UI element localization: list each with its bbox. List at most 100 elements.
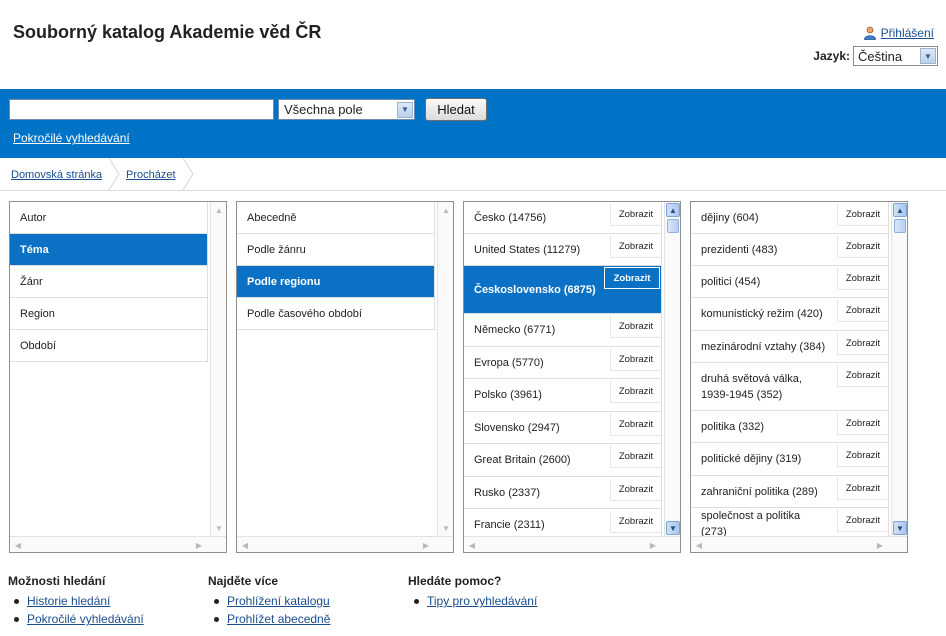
scroll-left-icon[interactable]: ◀ <box>465 538 479 552</box>
browse-item[interactable]: Autor <box>10 202 208 234</box>
search-input[interactable] <box>9 99 274 120</box>
show-button[interactable]: Zobrazit <box>610 236 661 258</box>
vertical-scrollbar[interactable]: ▲ ▼ <box>437 202 453 536</box>
browse-item[interactable]: Rusko (2337) Zobrazit <box>464 477 662 509</box>
chevron-down-icon[interactable]: ▼ <box>920 48 936 64</box>
scroll-right-icon[interactable]: ▶ <box>873 538 887 552</box>
breadcrumb-separator-icon <box>108 158 120 190</box>
scroll-up-icon[interactable]: ▲ <box>439 203 453 217</box>
browse-item[interactable]: United States (11279) Zobrazit <box>464 234 662 266</box>
browse-item[interactable]: Evropa (5770) Zobrazit <box>464 347 662 379</box>
browse-item-label: dějiny (604) <box>701 211 759 224</box>
browse-item[interactable]: Region <box>10 298 208 330</box>
language-switcher: Jazyk: Čeština ▼ <box>813 46 938 66</box>
scrollbar-thumb[interactable] <box>894 219 906 233</box>
show-button[interactable]: Zobrazit <box>610 381 661 403</box>
browse-item[interactable]: Great Britain (2600) Zobrazit <box>464 444 662 477</box>
show-button[interactable]: Zobrazit <box>610 349 661 371</box>
footer-heading: Najděte více <box>208 574 279 588</box>
show-button[interactable]: Zobrazit <box>837 445 888 467</box>
show-button[interactable]: Zobrazit <box>610 446 661 468</box>
chevron-down-icon[interactable]: ▼ <box>397 101 413 118</box>
scroll-down-icon[interactable]: ▼ <box>439 521 453 535</box>
browse-item[interactable]: prezidenti (483) Zobrazit <box>691 234 889 266</box>
scroll-right-icon[interactable]: ▶ <box>646 538 660 552</box>
browse-item-label: Žánr <box>20 275 43 288</box>
search-button[interactable]: Hledat <box>425 98 487 121</box>
browse-item[interactable]: politika (332) Zobrazit <box>691 411 889 443</box>
browse-item[interactable]: politici (454) Zobrazit <box>691 266 889 298</box>
scroll-up-icon[interactable]: ▲ <box>212 203 226 217</box>
show-button[interactable]: Zobrazit <box>837 478 888 500</box>
advanced-search-link[interactable]: Pokročilé vyhledávání <box>13 131 130 145</box>
show-button[interactable]: Zobrazit <box>837 333 888 355</box>
show-button[interactable]: Zobrazit <box>837 300 888 322</box>
horizontal-scrollbar[interactable]: ◀ ▶ <box>237 536 453 552</box>
browse-item[interactable]: dějiny (604) Zobrazit <box>691 202 889 234</box>
scroll-left-icon[interactable]: ◀ <box>238 538 252 552</box>
browse-item[interactable]: Téma <box>10 234 208 266</box>
browse-item[interactable]: Podle žánru <box>237 234 435 266</box>
browse-item[interactable]: Podle regionu <box>237 266 435 298</box>
horizontal-scrollbar[interactable]: ◀ ▶ <box>691 536 907 552</box>
browse-catalog-link[interactable]: Prohlížení katalogu <box>227 594 330 608</box>
search-tips-link[interactable]: Tipy pro vyhledávání <box>427 594 537 608</box>
show-button[interactable]: Zobrazit <box>837 510 888 532</box>
browse-item[interactable]: Česko (14756) Zobrazit <box>464 202 662 234</box>
vertical-scrollbar[interactable]: ▲ ▼ <box>210 202 226 536</box>
browse-item-label: Great Britain (2600) <box>474 454 571 466</box>
horizontal-scrollbar[interactable]: ◀ ▶ <box>10 536 226 552</box>
advanced-search-footer-link[interactable]: Pokročilé vyhledávání <box>27 612 144 626</box>
browse-item[interactable]: Československo (6875) Zobrazit <box>464 266 662 314</box>
search-history-link[interactable]: Historie hledání <box>27 594 110 608</box>
browse-item[interactable]: komunistický režim (420) Zobrazit <box>691 298 889 331</box>
browse-item-label: Francie (2311) <box>474 519 545 531</box>
search-field-select[interactable]: Všechna pole ▼ <box>278 99 415 120</box>
browse-item[interactable]: Polsko (3961) Zobrazit <box>464 379 662 412</box>
scrollbar-thumb[interactable] <box>667 219 679 233</box>
horizontal-scrollbar[interactable]: ◀ ▶ <box>464 536 680 552</box>
scroll-down-icon[interactable]: ▼ <box>893 521 907 535</box>
show-button[interactable]: Zobrazit <box>610 204 661 226</box>
show-button[interactable]: Zobrazit <box>610 316 661 338</box>
browse-item[interactable]: Slovensko (2947) Zobrazit <box>464 412 662 444</box>
browse-item-label: Slovensko (2947) <box>474 421 560 434</box>
scroll-up-icon[interactable]: ▲ <box>893 203 907 217</box>
show-button[interactable]: Zobrazit <box>604 267 660 289</box>
scroll-right-icon[interactable]: ▶ <box>419 538 433 552</box>
login-link[interactable]: Přihlášení <box>881 26 934 40</box>
show-button[interactable]: Zobrazit <box>610 511 661 533</box>
browse-item[interactable]: mezinárodní vztahy (384) Zobrazit <box>691 331 889 363</box>
show-button[interactable]: Zobrazit <box>837 365 888 387</box>
show-button[interactable]: Zobrazit <box>837 236 888 258</box>
breadcrumb-browse[interactable]: Procházet <box>126 169 176 181</box>
footer-heading: Hledáte pomoc? <box>408 574 502 588</box>
language-value: Čeština <box>858 48 903 64</box>
scroll-down-icon[interactable]: ▼ <box>212 521 226 535</box>
language-select[interactable]: Čeština ▼ <box>853 46 938 66</box>
show-button[interactable]: Zobrazit <box>610 479 661 501</box>
scroll-right-icon[interactable]: ▶ <box>192 538 206 552</box>
browse-item[interactable]: Německo (6771) Zobrazit <box>464 314 662 347</box>
search-field-value: Všechna pole <box>284 102 363 117</box>
browse-alphabetically-link[interactable]: Prohlížet abecedně <box>227 612 330 626</box>
breadcrumb-home[interactable]: Domovská stránka <box>11 169 102 181</box>
browse-item[interactable]: Období <box>10 330 208 362</box>
scroll-left-icon[interactable]: ◀ <box>11 538 25 552</box>
scroll-down-icon[interactable]: ▼ <box>666 521 680 535</box>
browse-item[interactable]: zahraniční politika (289) Zobrazit <box>691 476 889 508</box>
vertical-scrollbar[interactable]: ▲ ▼ <box>891 202 907 536</box>
show-button[interactable]: Zobrazit <box>837 204 888 226</box>
show-button[interactable]: Zobrazit <box>837 413 888 435</box>
scroll-up-icon[interactable]: ▲ <box>666 203 680 217</box>
scroll-left-icon[interactable]: ◀ <box>692 538 706 552</box>
browse-item[interactable]: Podle časového období <box>237 298 435 330</box>
login-link-group[interactable]: Přihlášení <box>863 26 934 40</box>
browse-item[interactable]: Abecedně <box>237 202 435 234</box>
browse-item[interactable]: druhá světová válka, 1939-1945 (352) Zobr… <box>691 363 889 411</box>
show-button[interactable]: Zobrazit <box>837 268 888 290</box>
browse-item[interactable]: politické dějiny (319) Zobrazit <box>691 443 889 476</box>
browse-item[interactable]: Žánr <box>10 266 208 298</box>
vertical-scrollbar[interactable]: ▲ ▼ <box>664 202 680 536</box>
show-button[interactable]: Zobrazit <box>610 414 661 436</box>
